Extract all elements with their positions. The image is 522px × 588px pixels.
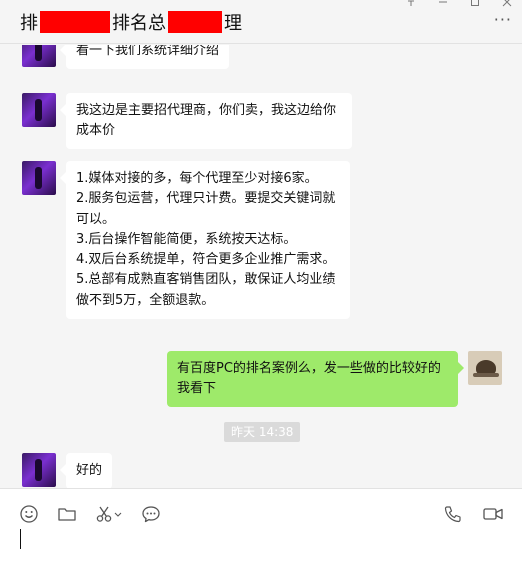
contact-avatar[interactable]: [22, 161, 56, 195]
chat-message-list[interactable]: 看一下我们系统详细介绍 我这边是主要招代理商，你们卖，我这边给你成本价 1.媒体…: [0, 45, 522, 488]
message-row: 1.媒体对接的多，每个代理至少对接6家。 2.服务包运营，代理只计费。要提交关键…: [22, 161, 350, 320]
phone-icon[interactable]: [442, 503, 464, 525]
message-text: 我这边是主要招代理商，你们卖，我这边给你成本价: [76, 103, 337, 138]
input-toolbar: [18, 503, 162, 525]
message-timestamp: 昨天 14:38: [224, 422, 301, 442]
message-row-outgoing: 有百度PC的排名案例么，发一些做的比较好的我看下: [167, 351, 502, 407]
contact-avatar[interactable]: [22, 45, 56, 67]
emoji-icon[interactable]: [18, 503, 40, 525]
message-bubble-outgoing[interactable]: 有百度PC的排名案例么，发一些做的比较好的我看下: [167, 351, 464, 407]
title-text-middle: 排名总: [112, 13, 166, 34]
message-text-line: 5.总部有成熟直客销售团队，敢保证人均业绩做不到5万，全额退款。: [76, 272, 336, 308]
message-text-line: 3.后台操作智能简便，系统按天达标。: [76, 231, 297, 247]
contact-avatar[interactable]: [22, 453, 56, 487]
message-bubble-incoming[interactable]: 1.媒体对接的多，每个代理至少对接6家。 2.服务包运营，代理只计费。要提交关键…: [60, 161, 350, 320]
redaction-block: [40, 11, 110, 33]
message-text-line: 1.媒体对接的多，每个代理至少对接6家。: [76, 171, 318, 186]
scissors-icon[interactable]: [94, 503, 124, 525]
video-icon[interactable]: [482, 503, 504, 525]
close-icon[interactable]: [500, 0, 514, 10]
message-bubble-incoming[interactable]: 看一下我们系统详细介绍: [59, 45, 230, 69]
message-input-area[interactable]: [0, 488, 522, 588]
chat-title: 排 排名总 理: [20, 10, 242, 34]
message-text-line: 2.服务包运营，代理只计费。要提交关键词就可以。: [76, 191, 336, 227]
title-text-end: 理: [224, 13, 242, 34]
message-row: 看一下我们系统详细介绍: [22, 45, 230, 69]
chat-bubble-icon[interactable]: [140, 503, 162, 525]
message-bubble-incoming[interactable]: 好的: [59, 453, 113, 488]
window-controls: [404, 0, 514, 10]
call-toolbar: [442, 503, 504, 525]
title-bar: 排 排名总 理 ···: [0, 0, 522, 44]
redaction-block: [168, 11, 222, 33]
message-row: 好的: [22, 453, 113, 488]
message-text-line: 4.双后台系统提单，符合更多企业推广需求。: [76, 252, 336, 268]
more-options-button[interactable]: ···: [494, 10, 512, 29]
folder-icon[interactable]: [56, 503, 78, 525]
pin-icon[interactable]: [404, 0, 418, 10]
maximize-icon[interactable]: [468, 0, 482, 10]
title-text-start: 排: [20, 13, 38, 34]
message-text: 有百度PC的排名案例么，发一些做的比较好的我看下: [177, 361, 441, 396]
message-bubble-incoming[interactable]: 我这边是主要招代理商，你们卖，我这边给你成本价: [60, 93, 352, 149]
message-text: 看一下我们系统详细介绍: [76, 45, 220, 58]
user-avatar[interactable]: [468, 351, 502, 385]
message-text: 好的: [76, 463, 103, 478]
text-cursor: [20, 529, 21, 549]
contact-avatar[interactable]: [22, 93, 56, 127]
minimize-icon[interactable]: [436, 0, 450, 10]
message-row: 我这边是主要招代理商，你们卖，我这边给你成本价: [22, 93, 352, 149]
